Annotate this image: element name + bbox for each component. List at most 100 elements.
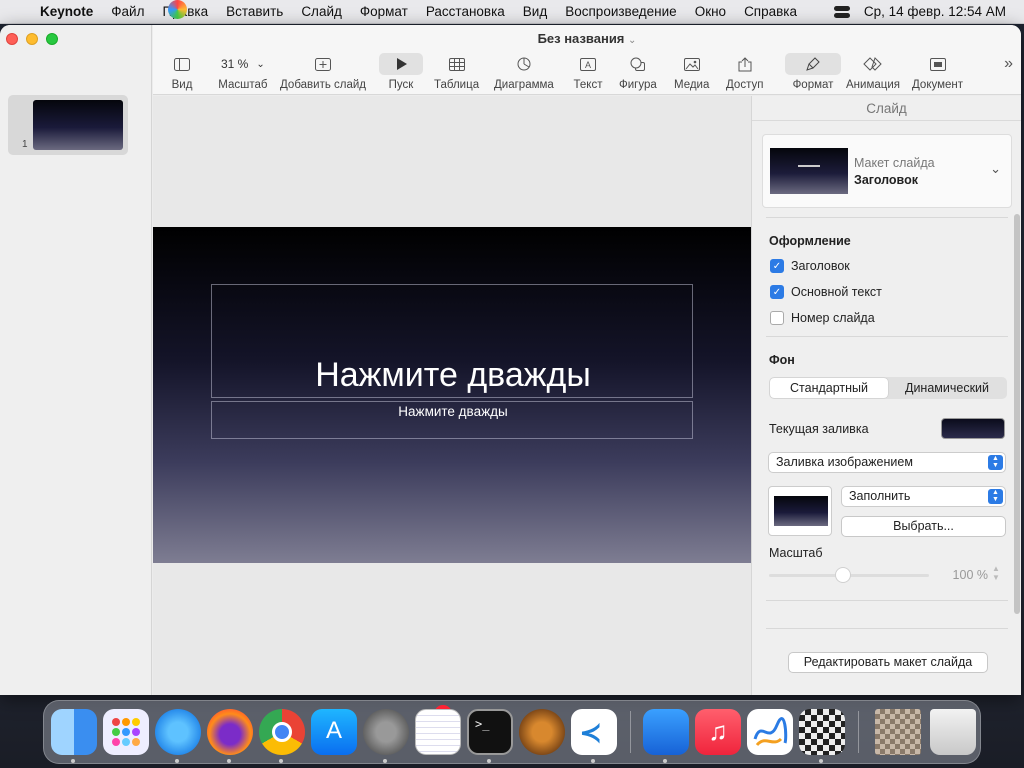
animation-diamond-icon xyxy=(858,53,888,75)
segment-dynamic[interactable]: Динамический xyxy=(888,378,1006,398)
scale-stepper-icon[interactable]: ▲ ▼ xyxy=(992,564,1000,582)
zoom-value: 31 % xyxy=(221,57,249,71)
minimize-window-button[interactable] xyxy=(26,33,38,45)
menubar-clock[interactable]: Ср, 14 февр. 12:54 AM xyxy=(864,4,1006,19)
inspector-tab-slide[interactable]: Слайд xyxy=(752,96,1021,121)
slide-thumbnail-number: 1 xyxy=(22,139,28,150)
title-placeholder[interactable]: Нажмите дважды xyxy=(211,284,693,398)
menu-view[interactable]: Вид xyxy=(514,4,556,19)
menu-file[interactable]: Файл xyxy=(102,4,153,19)
choose-image-button[interactable]: Выбрать... xyxy=(841,516,1006,537)
shape-button[interactable]: Фигура xyxy=(619,53,657,91)
firefox-icon[interactable] xyxy=(207,709,253,755)
garageband-icon[interactable] xyxy=(519,709,565,755)
fullscreen-window-button[interactable] xyxy=(46,33,58,45)
subtitle-placeholder[interactable]: Нажмите дважды xyxy=(211,401,693,439)
share-button[interactable]: Доступ xyxy=(726,53,763,91)
play-button[interactable]: Пуск xyxy=(379,53,423,91)
table-icon xyxy=(442,53,472,75)
slide-canvas: Нажмите дважды Нажмите дважды xyxy=(153,96,751,695)
running-indicator xyxy=(383,759,387,763)
play-label: Пуск xyxy=(388,79,414,91)
svg-text:A: A xyxy=(585,60,591,70)
menu-insert[interactable]: Вставить xyxy=(217,4,292,19)
finder-icon[interactable] xyxy=(51,709,97,755)
segment-standard[interactable]: Стандартный xyxy=(770,378,888,398)
table-label: Таблица xyxy=(434,79,480,91)
menu-help[interactable]: Справка xyxy=(735,4,806,19)
fill-type-popup[interactable]: Заливка изображением ▲ ▼ xyxy=(768,452,1006,473)
slide-title-text[interactable]: Нажмите дважды xyxy=(212,356,694,395)
menu-slide[interactable]: Слайд xyxy=(292,4,351,19)
safari-icon[interactable] xyxy=(155,709,201,755)
slide[interactable]: Нажмите дважды Нажмите дважды xyxy=(153,227,751,563)
add-slide-button[interactable]: Добавить слайд xyxy=(280,53,366,91)
system-settings-icon[interactable] xyxy=(363,709,409,755)
menu-format[interactable]: Формат xyxy=(351,4,417,19)
vscode-icon[interactable]: ≺ xyxy=(571,709,617,755)
layout-name: Заголовок xyxy=(854,173,918,187)
menu-app[interactable]: Keynote xyxy=(36,4,102,19)
format-button[interactable]: Формат xyxy=(785,53,841,91)
app-store-icon[interactable]: A xyxy=(311,709,357,755)
menu-window[interactable]: Окно xyxy=(686,4,735,19)
slide-layout-selector[interactable]: Макет слайда Заголовок ⌄ xyxy=(762,134,1012,208)
text-box-icon: A xyxy=(573,53,603,75)
zoom-control[interactable]: 31 % ⌄ Масштаб xyxy=(215,53,271,91)
edit-layout-button[interactable]: Редактировать макет слайда xyxy=(788,652,988,673)
scale-value-field[interactable]: 100 % xyxy=(938,565,988,585)
checkmark-icon[interactable]: ✓ xyxy=(770,259,784,273)
sidebar-view-icon xyxy=(167,53,197,75)
menu-play[interactable]: Воспроизведение xyxy=(556,4,685,19)
background-section-title: Фон xyxy=(769,353,795,367)
menu-arrange[interactable]: Расстановка xyxy=(417,4,514,19)
document-title[interactable]: Без названия ⌄ xyxy=(153,31,1021,46)
table-button[interactable]: Таблица xyxy=(434,53,479,91)
terminal-icon[interactable]: >_ xyxy=(467,709,513,755)
unchecked-box-icon[interactable] xyxy=(770,311,784,325)
checkmark-icon[interactable]: ✓ xyxy=(770,285,784,299)
fill-color-well[interactable] xyxy=(941,418,1005,439)
close-window-button[interactable] xyxy=(6,33,18,45)
chart-button[interactable]: Диаграмма xyxy=(494,53,554,91)
freeform-icon[interactable] xyxy=(747,709,793,755)
control-center-icon[interactable] xyxy=(833,5,850,18)
view-button[interactable]: Вид xyxy=(167,53,197,91)
background-type-segmented: Стандартный Динамический xyxy=(769,377,1007,399)
scale-label: Масштаб xyxy=(769,546,823,560)
launchpad-icon[interactable] xyxy=(103,709,149,755)
slide-thumbnail-image[interactable] xyxy=(33,100,123,150)
fill-mode-popup[interactable]: Заполнить ▲ ▼ xyxy=(841,486,1006,507)
checkbox-title[interactable]: ✓ Заголовок xyxy=(770,259,850,273)
running-indicator xyxy=(487,759,491,763)
scale-slider-knob[interactable] xyxy=(835,567,851,583)
zoom-popup[interactable]: 31 % ⌄ xyxy=(215,53,271,75)
document-title-text: Без названия xyxy=(537,31,625,46)
music-icon[interactable]: ♫ xyxy=(695,709,741,755)
slide-subtitle-text[interactable]: Нажмите дважды xyxy=(212,404,694,419)
fill-type-value: Заливка изображением xyxy=(776,455,913,469)
toolbar-overflow-icon[interactable]: » xyxy=(1004,55,1013,73)
text-button[interactable]: A Текст xyxy=(573,53,603,91)
chrome-icon[interactable] xyxy=(259,709,305,755)
checkbox-body[interactable]: ✓ Основной текст xyxy=(770,285,882,299)
checkbox-slide-number[interactable]: Номер слайда xyxy=(770,311,875,325)
share-icon xyxy=(730,53,760,75)
layout-caption: Макет слайда xyxy=(854,156,935,170)
checkbox-title-label: Заголовок xyxy=(791,259,850,273)
dock-separator xyxy=(630,711,631,753)
chess-icon[interactable] xyxy=(799,709,845,755)
updown-chevron-icon: ▲ ▼ xyxy=(988,489,1003,504)
add-slide-icon xyxy=(308,53,338,75)
recent-document-icon[interactable] xyxy=(875,709,921,755)
inspector-scrollbar[interactable] xyxy=(1014,214,1020,614)
keynote-icon[interactable] xyxy=(643,709,689,755)
document-button[interactable]: Документ xyxy=(912,53,963,91)
animation-button[interactable]: Анимация xyxy=(846,53,900,91)
trash-icon[interactable] xyxy=(930,709,976,755)
dock: A 2 >_ ≺ ♫ xyxy=(43,700,981,764)
textedit-icon[interactable] xyxy=(415,709,461,755)
fill-image-well[interactable] xyxy=(768,486,832,536)
slide-thumbnail-selected[interactable]: 1 xyxy=(8,95,128,155)
media-button[interactable]: Медиа xyxy=(674,53,709,91)
